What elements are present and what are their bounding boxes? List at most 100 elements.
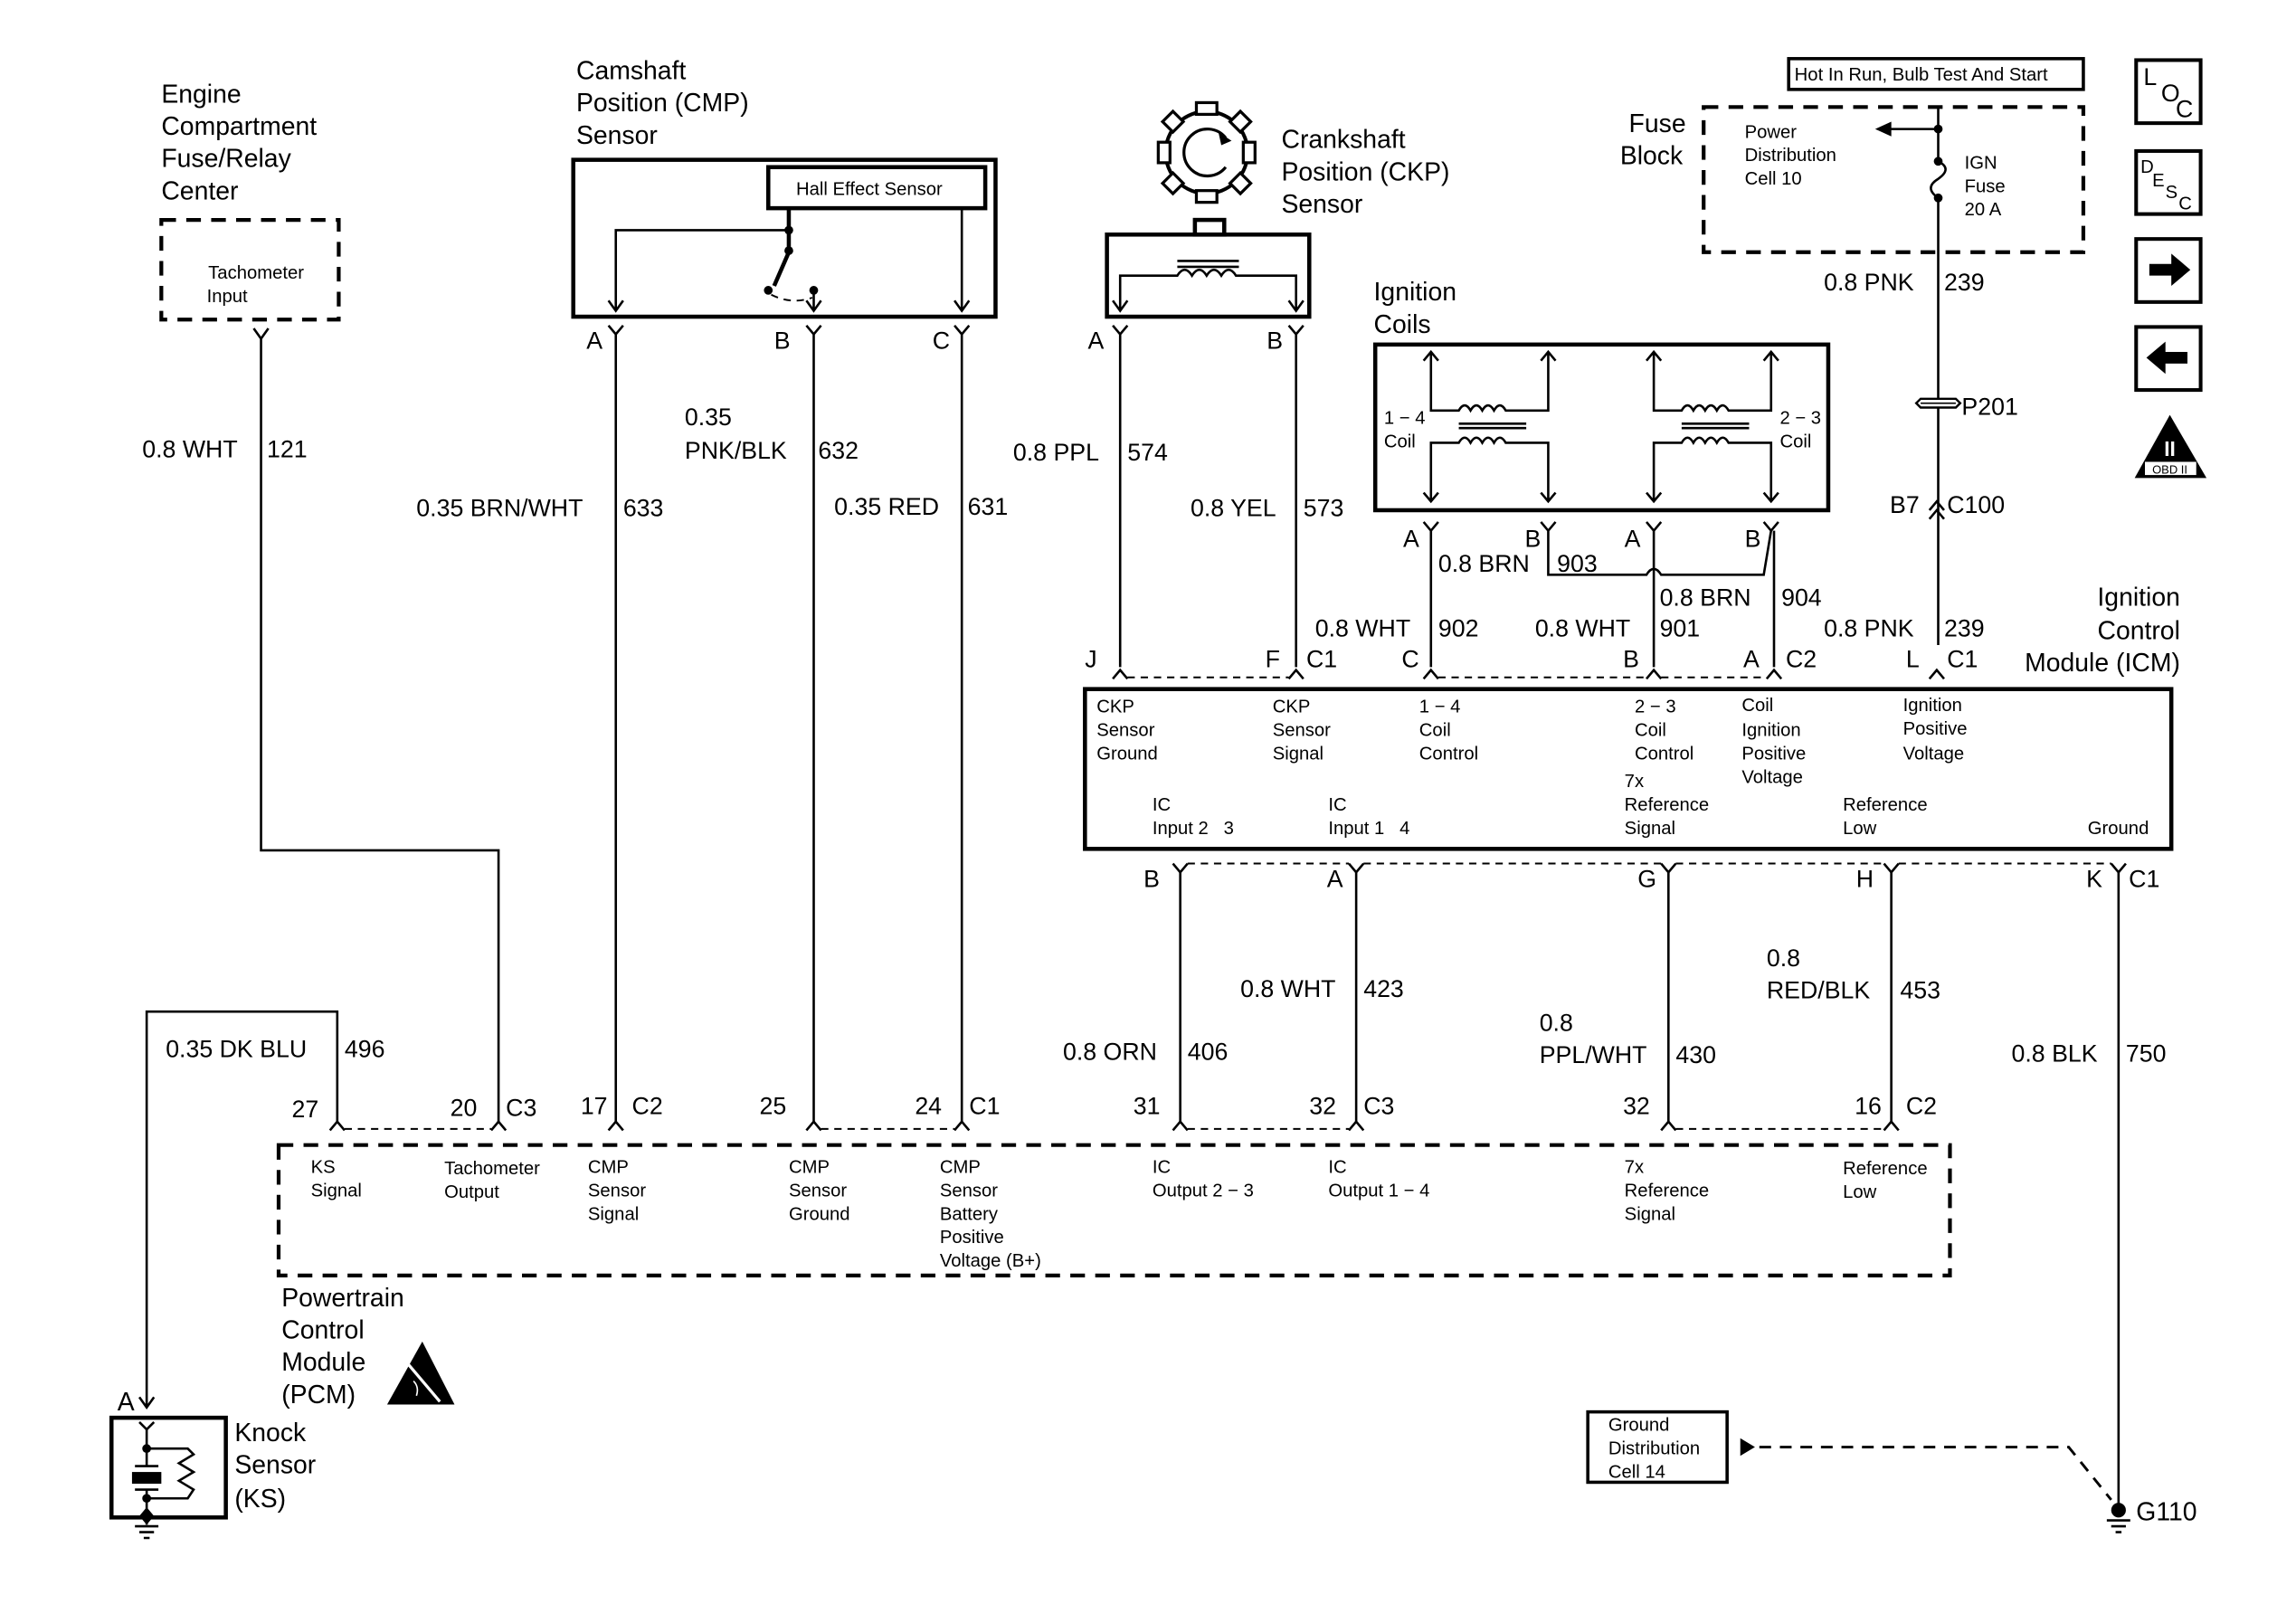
desc-icon[interactable]: D E S C xyxy=(2134,148,2203,216)
icm-pin-label-ckp-signal: CKP Sensor Signal xyxy=(1273,698,1331,764)
connector-label: C1 xyxy=(1306,645,1337,672)
wire-label: 0.8 WHT xyxy=(1535,614,1630,641)
label-line: Coil xyxy=(1741,696,1773,716)
pin-label: A xyxy=(1327,865,1343,892)
fuse-label: Fuse xyxy=(1965,176,2006,196)
coil-1-4-primary xyxy=(1422,349,1557,413)
wire-circuit: 239 xyxy=(1944,614,1985,641)
label-line: CKP xyxy=(1096,698,1134,717)
component-title-line: Compartment xyxy=(161,112,317,141)
label-line: 1 − 4 xyxy=(1419,698,1461,717)
component-title-line: Sensor xyxy=(576,121,658,150)
coil-1-4-core xyxy=(1458,422,1527,430)
wire-573[interactable] xyxy=(1287,324,1305,668)
pin-label: F xyxy=(1266,645,1280,672)
wire-902[interactable] xyxy=(1422,521,1439,668)
next-arrow-icon[interactable] xyxy=(2134,237,2203,304)
coil-core xyxy=(1177,260,1239,269)
icm-pin-label-ckp-ground: CKP Sensor Ground xyxy=(1096,698,1158,764)
wire-label: 0.8 WHT xyxy=(1315,614,1410,641)
label-line: Reference xyxy=(1843,795,1927,815)
label-line: KS xyxy=(311,1157,336,1177)
label-line: Reference xyxy=(1625,795,1709,815)
label-line: Voltage (B+) xyxy=(940,1251,1041,1271)
coil-label: 1 − 4 xyxy=(1384,408,1426,428)
wire-label: 0.35 RED xyxy=(834,493,939,520)
pin-label: B xyxy=(1267,327,1283,355)
ground-distribution: Ground Distribution Cell 14 G110 xyxy=(1586,1409,2197,1533)
ground-label: G110 xyxy=(2136,1498,2196,1527)
arrow-right-icon xyxy=(1740,1438,1755,1457)
wire-label: 0.8 xyxy=(1767,944,1800,972)
icm-pin-label-ground: Ground xyxy=(2088,819,2149,839)
wire-circuit: 239 xyxy=(1944,269,1985,296)
connector-label: C2 xyxy=(632,1093,663,1120)
label-line: Signal xyxy=(1625,1204,1675,1224)
wire-circuit: 901 xyxy=(1660,614,1701,641)
cell-label: Cell 10 xyxy=(1745,169,1802,189)
switch-path xyxy=(771,293,813,302)
component-title-line: Module (ICM) xyxy=(2025,649,2180,678)
wire-circuit: 631 xyxy=(968,493,1009,520)
pin-label: B xyxy=(774,327,791,355)
pin-label: 31 xyxy=(1134,1093,1161,1120)
wire-circuit: 430 xyxy=(1675,1041,1716,1068)
label-line: Sensor xyxy=(1273,721,1331,741)
coil-label: Coil xyxy=(1779,432,1811,451)
knock-sensor: A Knock Sensor (KS) xyxy=(109,1388,316,1540)
component-title-line: Camshaft xyxy=(576,57,686,86)
pin-label: 16 xyxy=(1855,1093,1882,1120)
ignition-coils: Ignition Coils 1 − 4 Coil 2 − 3 Coil A B… xyxy=(1315,278,1831,668)
pin-label: A xyxy=(118,1388,135,1417)
label-line: Positive xyxy=(1741,744,1806,764)
pcm-pin-label-ic-output-1-4: IC Output 1 − 4 xyxy=(1328,1157,1429,1201)
component-title-line: (PCM) xyxy=(281,1381,356,1409)
pin-label: 32 xyxy=(1623,1093,1650,1120)
wire-circuit: 406 xyxy=(1188,1039,1229,1066)
prev-arrow-icon[interactable] xyxy=(2134,325,2203,393)
label-line: CMP xyxy=(588,1157,629,1177)
component-title-line: Position (CMP) xyxy=(576,89,749,118)
label-line: Sensor xyxy=(940,1181,998,1201)
coil-2-3-primary xyxy=(1646,349,1779,413)
pin-label: J xyxy=(1085,645,1096,672)
wire-633[interactable] xyxy=(607,324,624,1122)
wire-631[interactable] xyxy=(954,324,971,1122)
power-feed xyxy=(1883,107,1940,130)
component-title-line: Control xyxy=(281,1316,364,1345)
label-line: Low xyxy=(1843,819,1877,839)
icon-shape xyxy=(1218,131,1232,146)
cell-label: Distribution xyxy=(1745,146,1836,166)
pcm-pin-label-ic-output-2-3: IC Output 2 − 3 xyxy=(1153,1157,1254,1201)
wire-574[interactable] xyxy=(1112,324,1129,668)
pin-label: A xyxy=(1088,327,1105,355)
wire-circuit: 423 xyxy=(1363,975,1404,1002)
label-line: C xyxy=(2178,195,2192,214)
esd-warning-icon xyxy=(386,1341,455,1405)
component-title-line: (KS) xyxy=(234,1485,286,1514)
junction-dot xyxy=(784,246,793,255)
ignition-control-module: Ignition Control Module (ICM) J F C1 C B… xyxy=(1063,583,2180,1507)
connector-label: C3 xyxy=(1363,1093,1394,1120)
icm-pin-label-1-4-coil: 1 − 4 Coil Control xyxy=(1419,698,1478,764)
label-line: S xyxy=(2166,183,2178,203)
fuse-block: Hot In Run, Bulb Test And Start Fuse Blo… xyxy=(1620,57,2086,646)
cmp-internal-b xyxy=(805,289,822,313)
pin-label: 32 xyxy=(1309,1093,1336,1120)
obd-ii-icon[interactable]: OBD II II xyxy=(2134,414,2207,479)
label-line: CMP xyxy=(940,1157,981,1177)
loc-icon[interactable]: L O C xyxy=(2134,58,2203,126)
connector-label: C100 xyxy=(1947,491,2005,518)
label-line: IC xyxy=(1328,795,1346,815)
coil-1-4-secondary xyxy=(1422,436,1557,504)
pin-label: B xyxy=(1524,525,1541,552)
component-title-line: Block xyxy=(1620,142,1684,171)
engine-fuse-relay-center: Engine Compartment Fuse/Relay Center Tac… xyxy=(142,80,500,1122)
wire-label: 0.35 BRN/WHT xyxy=(416,494,583,521)
fuse-label: 20 A xyxy=(1965,200,2002,220)
pcm-pin-label-tach-output: Tachometer Output xyxy=(444,1159,540,1202)
powertrain-control-module: 0.35 DK BLU 496 27 20 C3 17 C2 25 24 C1 … xyxy=(138,1010,1952,1410)
pin-label: 24 xyxy=(915,1093,942,1120)
pin-label: B xyxy=(1745,525,1761,552)
label-line: Ground xyxy=(2088,819,2149,839)
